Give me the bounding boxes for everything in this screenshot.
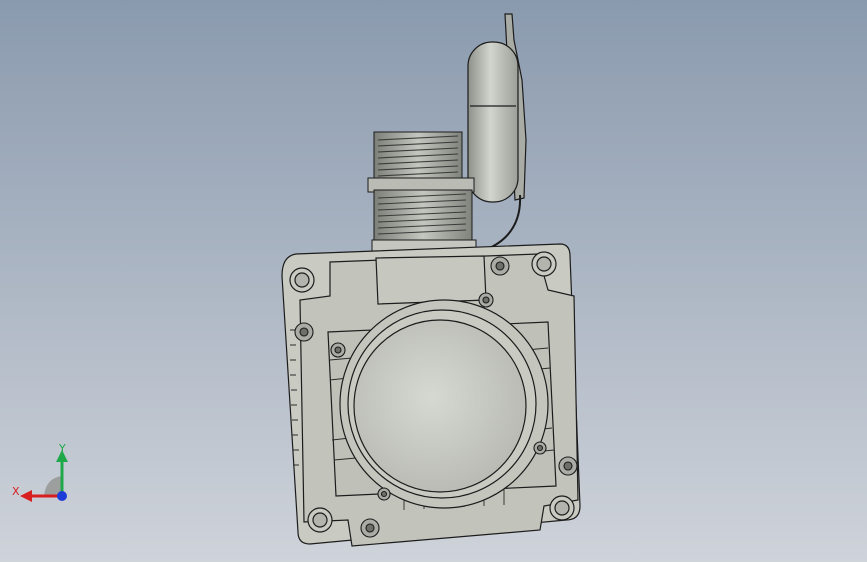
x-axis-arrowhead <box>20 490 32 502</box>
graphics-viewport[interactable]: Y X <box>0 0 867 562</box>
3d-model-motor-assembly[interactable] <box>0 0 867 562</box>
motor-flange <box>281 243 581 547</box>
threaded-connector <box>367 131 477 263</box>
encoder-disc <box>467 13 527 251</box>
coordinate-triad: Y X <box>12 442 68 502</box>
y-axis-label: Y <box>58 442 66 455</box>
x-axis-label: X <box>12 485 20 498</box>
z-axis-dot <box>57 491 67 501</box>
